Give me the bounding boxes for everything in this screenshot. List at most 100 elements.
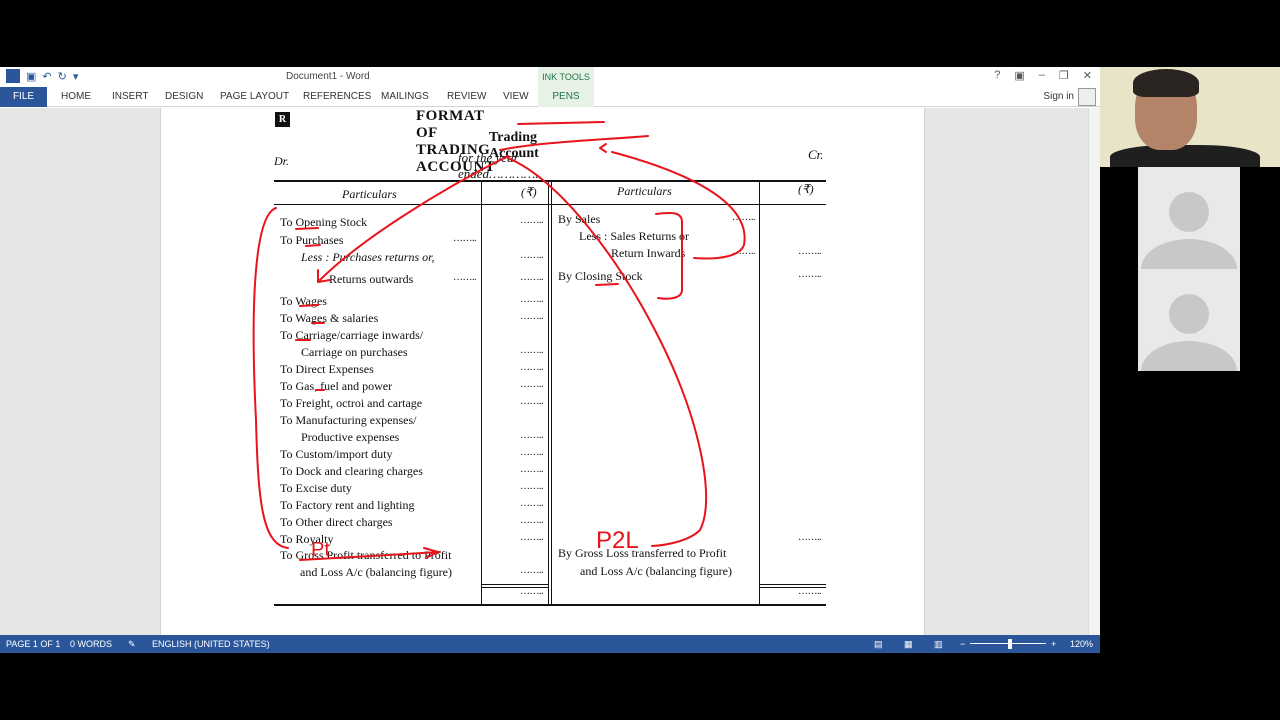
amount-placeholder: …….. — [798, 532, 822, 543]
account-subtitle: for the year ended………….. — [458, 150, 542, 181]
read-mode-icon[interactable]: ▤ — [874, 639, 883, 650]
credit-item: By Gross Loss transferred to Profit — [558, 546, 727, 560]
debit-amount-header: (₹) — [521, 185, 537, 199]
document-title: Document1 - Word — [286, 71, 370, 82]
debit-item: To Royalty — [280, 532, 334, 546]
amount-placeholder: …….. — [520, 311, 544, 322]
debit-item: To Gross Profit transferred to Profit — [280, 548, 452, 562]
credit-item: Return Inwards — [611, 246, 686, 260]
restore-icon[interactable]: ❐ — [1059, 69, 1069, 82]
customize-qat-icon[interactable]: ▾ — [73, 70, 79, 83]
ribbon-tabs: FILE HOME INSERT DESIGN PAGE LAYOUT REFE… — [0, 87, 1100, 107]
participant-tile[interactable] — [1138, 269, 1240, 371]
debit-item: Less : Purchases returns or, — [301, 250, 435, 264]
participant-avatar-body — [1141, 341, 1237, 371]
credit-particulars-header: Particulars — [617, 184, 672, 198]
total-rule — [482, 584, 548, 585]
tab-pens[interactable]: PENS — [538, 87, 594, 107]
ribbon-display-icon[interactable]: ▣ — [1014, 69, 1024, 82]
window-controls: ? ▣ – ❐ ✕ — [994, 69, 1092, 82]
tab-page-layout[interactable]: PAGE LAYOUT — [220, 91, 289, 102]
tab-home[interactable]: HOME — [61, 91, 91, 102]
participant-avatar-icon — [1169, 294, 1209, 334]
debit-item: To Wages — [280, 294, 327, 308]
help-icon[interactable]: ? — [994, 69, 1000, 82]
status-words[interactable]: 0 WORDS — [70, 639, 112, 649]
debit-item: Returns outwards — [329, 272, 414, 286]
amount-placeholder: …….. — [732, 246, 756, 257]
col-divider — [759, 182, 760, 604]
undo-icon[interactable]: ↶ — [42, 70, 51, 83]
presenter-body — [1110, 145, 1260, 167]
amount-placeholder: …….. — [520, 396, 544, 407]
vertical-scrollbar[interactable] — [1088, 108, 1100, 635]
ink-tools-group-label: INK TOOLS — [538, 67, 594, 87]
print-layout-icon[interactable]: ▦ — [904, 639, 913, 650]
tab-view[interactable]: VIEW — [503, 91, 529, 102]
minimize-icon[interactable]: – — [1039, 69, 1045, 82]
amount-placeholder: …….. — [520, 586, 544, 597]
video-top-letterbox — [0, 0, 1280, 67]
amount-placeholder: …….. — [520, 215, 544, 226]
amount-placeholder: …….. — [798, 269, 822, 280]
amount-placeholder: …….. — [520, 362, 544, 373]
word-app-icon: W — [6, 69, 20, 83]
close-icon[interactable]: ✕ — [1083, 69, 1092, 82]
title-bar: W ▣ ↶ ↻ ▾ Document1 - Word INK TOOLS ? ▣… — [0, 67, 1100, 87]
amount-placeholder: …….. — [520, 498, 544, 509]
tab-insert[interactable]: INSERT — [112, 91, 149, 102]
header-rule — [274, 204, 826, 205]
debit-item: To Dock and clearing charges — [280, 464, 423, 478]
save-icon[interactable]: ▣ — [26, 70, 36, 83]
debit-item: To Carriage/carriage inwards/ — [280, 328, 424, 342]
col-divider — [551, 182, 552, 604]
participant-avatar-body — [1141, 239, 1237, 269]
debit-item: To Freight, octroi and cartage — [280, 396, 423, 410]
tab-file[interactable]: FILE — [0, 87, 47, 107]
zoom-level[interactable]: 120% — [1070, 639, 1093, 649]
credit-amount-header: (₹) — [798, 182, 814, 196]
amount-placeholder: …….. — [520, 294, 544, 305]
amount-placeholder: …….. — [798, 586, 822, 597]
credit-item: By Sales — [558, 212, 601, 226]
zoom-slider-thumb[interactable] — [1008, 639, 1012, 649]
zoom-in-button[interactable]: + — [1051, 639, 1056, 649]
user-avatar-icon[interactable] — [1078, 88, 1096, 106]
amount-placeholder: …….. — [520, 447, 544, 458]
debit-item: and Loss A/c (balancing figure) — [300, 565, 452, 579]
tab-design[interactable]: DESIGN — [165, 91, 203, 102]
web-layout-icon[interactable]: ▥ — [934, 639, 943, 650]
sign-in-link[interactable]: Sign in — [1043, 91, 1074, 102]
amount-placeholder: …….. — [520, 565, 544, 576]
redo-icon[interactable]: ↻ — [58, 70, 67, 83]
tab-mailings[interactable]: MAILINGS — [381, 91, 429, 102]
credit-item: Less : Sales Returns or — [579, 229, 689, 243]
dr-label: Dr. — [274, 154, 290, 168]
amount-placeholder: …….. — [520, 515, 544, 526]
amount-placeholder: …….. — [520, 345, 544, 356]
trading-account-table: Particulars (₹) Particulars (₹) To Openi… — [274, 180, 826, 606]
proofing-icon[interactable]: ✎ — [128, 639, 136, 650]
debit-item: To Gas, fuel and power — [280, 379, 393, 393]
status-page[interactable]: PAGE 1 OF 1 — [6, 639, 60, 649]
cr-label: Cr. — [808, 147, 824, 162]
presenter-hair — [1133, 69, 1199, 97]
video-bottom-letterbox — [0, 653, 1280, 720]
tab-references[interactable]: REFERENCES — [303, 91, 371, 102]
debit-item: To Direct Expenses — [280, 362, 374, 376]
debit-item: To Custom/import duty — [280, 447, 393, 461]
status-language[interactable]: ENGLISH (UNITED STATES) — [152, 639, 270, 649]
debit-item: Carriage on purchases — [301, 345, 408, 359]
amount-placeholder: …….. — [520, 481, 544, 492]
participant-tile[interactable] — [1138, 167, 1240, 269]
debit-item: To Purchases — [280, 233, 344, 247]
zoom-out-button[interactable]: − — [960, 639, 965, 649]
debit-item: To Opening Stock — [280, 215, 368, 229]
debit-item: To Other direct charges — [280, 515, 393, 529]
total-rule — [760, 584, 826, 585]
credit-item: By Closing Stock — [558, 269, 643, 283]
tab-review[interactable]: REVIEW — [447, 91, 486, 102]
amount-placeholder: …….. — [520, 250, 544, 261]
participant-avatar-icon — [1169, 192, 1209, 232]
amount-placeholder: …….. — [732, 212, 756, 223]
